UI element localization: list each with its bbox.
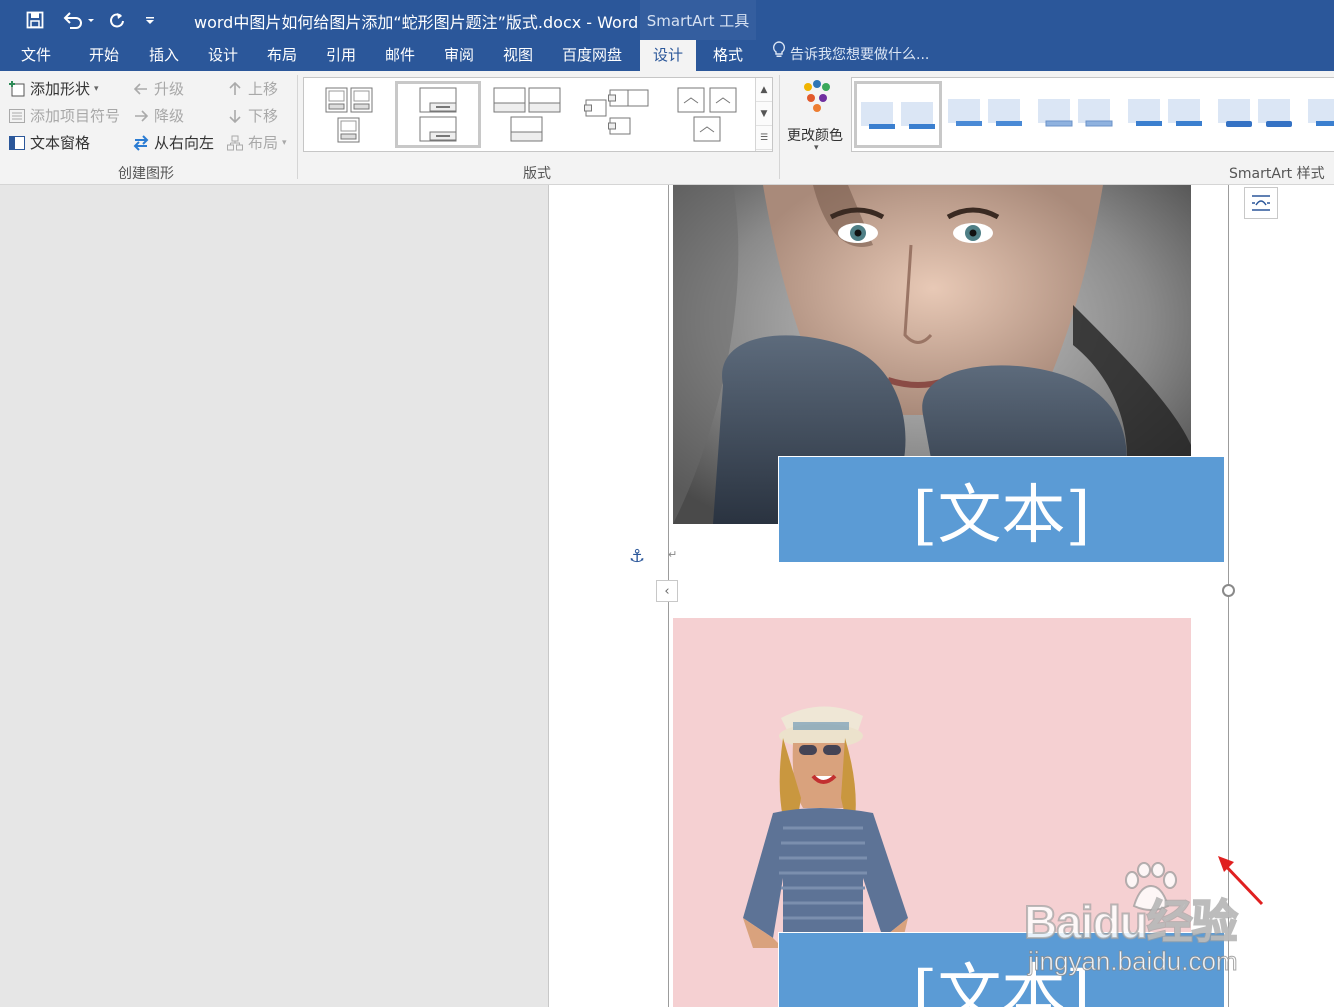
tab-baidu-netdisk[interactable]: 百度网盘 (552, 40, 632, 71)
swap-arrows-icon (132, 134, 150, 152)
add-shape-icon (8, 80, 26, 98)
tell-me-text: 告诉我您想要做什么... (790, 47, 930, 63)
caption-text-box-2[interactable]: [文本] (778, 932, 1224, 1007)
undo-icon[interactable] (60, 7, 98, 33)
scroll-up-icon[interactable]: ▲ (756, 78, 772, 102)
lightbulb-icon (772, 40, 786, 71)
layout-options-button[interactable] (1244, 187, 1278, 219)
save-icon[interactable] (22, 7, 48, 33)
scroll-down-icon[interactable]: ▼ (756, 102, 772, 126)
demote-button[interactable]: 降级 (132, 105, 184, 126)
add-bullet-button[interactable]: 添加项目符号 (8, 105, 120, 126)
annotation-arrow-icon (1214, 852, 1266, 912)
tab-mailings[interactable]: 邮件 (372, 40, 428, 71)
palette-icon (798, 79, 836, 117)
move-up-button[interactable]: 上移 (226, 78, 278, 99)
layout-button[interactable]: 布局 ▾ (226, 132, 287, 153)
arrow-right-icon (132, 107, 150, 125)
tab-references[interactable]: 引用 (313, 40, 369, 71)
group-label-smartart-styles: SmartArt 样式 (1229, 166, 1325, 182)
text-pane-toggle-button[interactable]: ‹ (656, 580, 678, 602)
tell-me-box[interactable]: 告诉我您想要做什么... (772, 40, 929, 71)
anchor-icon: ⚓ (629, 546, 646, 567)
tab-view[interactable]: 视图 (490, 40, 546, 71)
right-to-left-button[interactable]: 从右向左 (132, 132, 214, 153)
group-separator (779, 75, 780, 179)
tab-review[interactable]: 审阅 (431, 40, 487, 71)
tab-smartart-design[interactable]: 设计 (640, 40, 696, 71)
tab-home[interactable]: 开始 (76, 40, 132, 71)
title-bar: word中图片如何给图片添加“蛇形图片题注”版式.docx - Word Sma… (0, 0, 1334, 40)
tab-file[interactable]: 文件 (8, 40, 64, 71)
tab-layout[interactable]: 布局 (254, 40, 310, 71)
layout-option-4[interactable] (574, 81, 660, 148)
style-option-6[interactable] (1304, 81, 1334, 148)
window-title: word中图片如何给图片添加“蛇形图片题注”版式.docx - Word (194, 13, 639, 32)
arrow-up-icon (226, 80, 244, 98)
style-option-3[interactable] (1034, 81, 1122, 148)
redo-icon[interactable] (104, 7, 130, 33)
smartart-tools-label: SmartArt 工具 (640, 0, 756, 40)
arrow-down-icon (226, 107, 244, 125)
bullet-list-icon (8, 107, 26, 125)
style-option-5[interactable] (1214, 81, 1302, 148)
org-chart-icon (226, 134, 244, 152)
smartart-styles-gallery (851, 77, 1334, 152)
layout-option-1[interactable] (306, 81, 392, 148)
dropdown-icon: ▾ (94, 83, 99, 94)
wrap-text-icon (1252, 195, 1270, 211)
move-down-button[interactable]: 下移 (226, 105, 278, 126)
group-label-create-graphic: 创建图形 (118, 166, 174, 182)
style-option-1[interactable] (854, 81, 942, 148)
layout-option-2[interactable] (395, 81, 481, 148)
group-separator (297, 75, 298, 179)
chevron-left-icon: ‹ (664, 583, 670, 599)
layout-option-5[interactable] (664, 81, 750, 148)
customize-icon[interactable] (140, 7, 160, 33)
ribbon: 添加形状 ▾ 添加项目符号 文本窗格 升级 降级 从右向左 上移 下移 布局 ▾… (0, 71, 1334, 185)
dropdown-icon: ▾ (814, 143, 819, 153)
layouts-gallery-scroll[interactable]: ▲ ▼ ☰ (755, 78, 772, 151)
arrow-left-icon (132, 80, 150, 98)
add-shape-button[interactable]: 添加形状 ▾ (8, 78, 99, 99)
tab-insert[interactable]: 插入 (136, 40, 192, 71)
ribbon-tab-bar: 文件 开始 插入 设计 布局 引用 邮件 审阅 视图 百度网盘 设计 格式 告诉… (0, 40, 1334, 71)
dropdown-icon: ▾ (282, 137, 287, 148)
text-pane-icon (8, 134, 26, 152)
style-option-2[interactable] (944, 81, 1032, 148)
layout-option-3[interactable] (484, 81, 570, 148)
tab-format[interactable]: 格式 (700, 40, 756, 71)
change-colors-button[interactable]: 更改颜色 ▾ (784, 77, 850, 155)
tab-design[interactable]: 设计 (195, 40, 251, 71)
style-option-4[interactable] (1124, 81, 1212, 148)
resize-handle[interactable] (1222, 584, 1235, 597)
paragraph-mark-icon: ↵ (668, 548, 678, 561)
group-label-layouts: 版式 (523, 166, 551, 182)
promote-button[interactable]: 升级 (132, 78, 184, 99)
caption-text-box-1[interactable]: [文本] (778, 456, 1224, 562)
text-pane-button[interactable]: 文本窗格 (8, 132, 90, 153)
gallery-expand-icon[interactable]: ☰ (756, 126, 772, 150)
layouts-gallery: ▲ ▼ ☰ (303, 77, 773, 152)
